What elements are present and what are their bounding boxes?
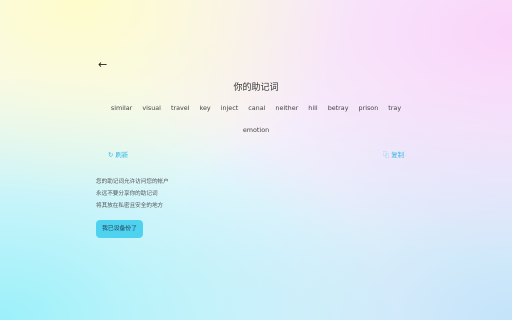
mnemonic-word: emotion — [242, 126, 270, 134]
mnemonic-word: hill — [308, 104, 318, 112]
mnemonic-actions: ↻ 刷新 ⿻ 复制 — [108, 150, 404, 160]
back-arrow-icon[interactable]: ← — [98, 59, 110, 71]
security-note: 永远不要分享你的助记词 — [96, 191, 158, 197]
mnemonic-word: travel — [170, 104, 190, 112]
mnemonic-word: canal — [248, 104, 266, 112]
copy-button[interactable]: ⿻ 复制 — [383, 150, 404, 159]
copy-label: 复制 — [391, 151, 404, 159]
refresh-button[interactable]: ↻ 刷新 — [108, 150, 129, 160]
security-note: 您的助记词允许访问您的帐户 — [96, 179, 169, 185]
security-note: 将其放在私密且安全的地方 — [96, 203, 164, 209]
confirm-backup-button[interactable]: 我已设备份了 — [96, 220, 143, 238]
mnemonic-word: inject — [220, 104, 239, 112]
mnemonic-word: visual — [142, 104, 161, 112]
mnemonic-word: prison — [358, 104, 379, 112]
mnemonic-word: betray — [327, 104, 349, 112]
copy-icon: ⿻ — [382, 151, 390, 159]
mnemonic-word: similar — [110, 104, 133, 112]
refresh-label: 刷新 — [115, 151, 129, 159]
mnemonic-word: neither — [275, 104, 299, 112]
refresh-icon: ↻ — [108, 150, 114, 159]
security-notes: 您的助记词允许访问您的帐户 永远不要分享你的助记词 将其放在私密且安全的地方 — [96, 176, 169, 212]
mnemonic-word-list: similar visual travel key inject canal n… — [96, 103, 416, 136]
mnemonic-title: 你的助记词 — [233, 83, 279, 93]
mnemonic-word: tray — [388, 104, 402, 112]
mnemonic-word: key — [199, 104, 211, 112]
